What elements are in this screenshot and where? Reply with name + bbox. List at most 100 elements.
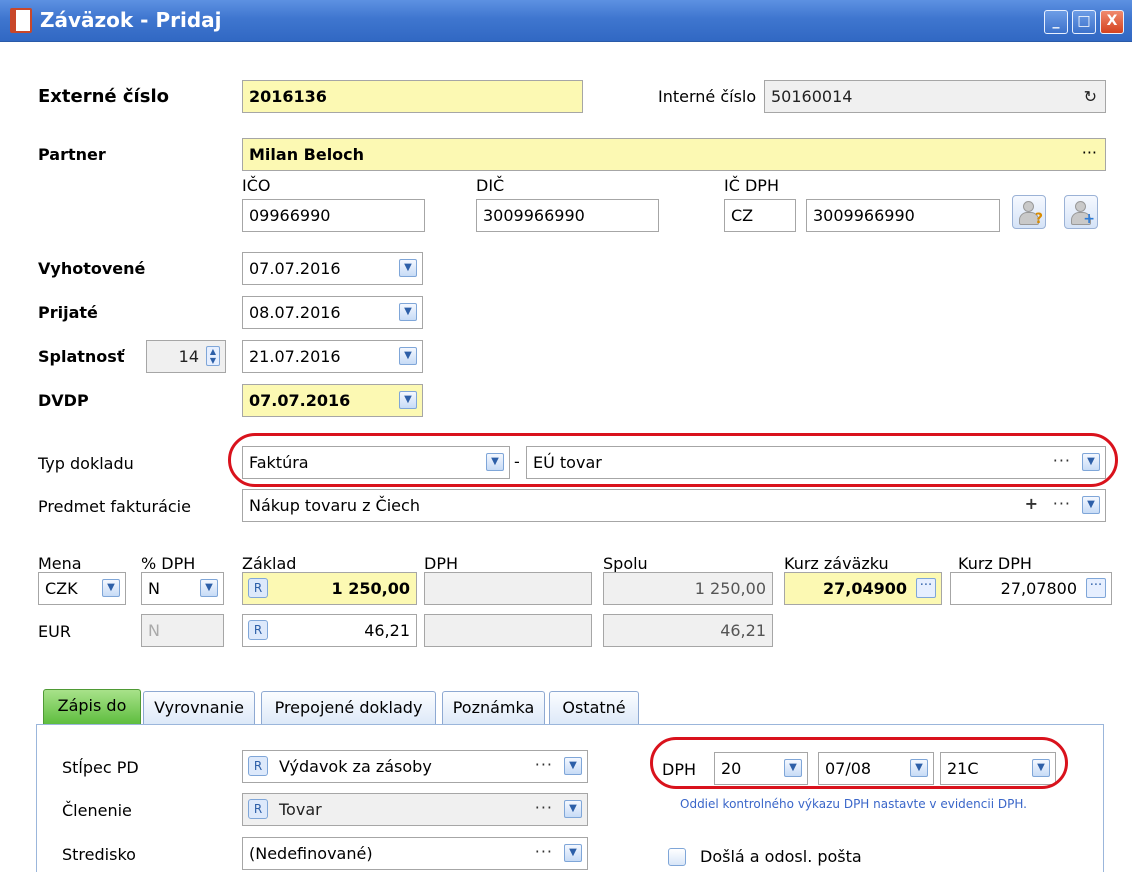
vat-amount-input — [424, 572, 592, 605]
foreign-base-amount-value: 46,21 — [364, 621, 410, 640]
tab-prepojene-doklady[interactable]: Prepojené doklady — [261, 691, 436, 725]
due-date-label: Splatnosť — [38, 347, 125, 366]
total-amount-input: 1 250,00 — [603, 572, 773, 605]
breakdown-value: Tovar — [279, 800, 322, 819]
dvdp-label: DVDP — [38, 391, 89, 410]
person-head-icon — [1023, 201, 1034, 212]
breakdown-label: Členenie — [62, 801, 132, 820]
recalculate-button[interactable]: R — [248, 620, 268, 640]
base-amount-input[interactable]: R 1 250,00 — [242, 572, 417, 605]
vat-rate-browse-icon[interactable]: ··· — [1086, 578, 1106, 598]
tab-zapis-do[interactable]: Zápis do — [43, 689, 141, 725]
pd-column-label: Stĺpec PD — [62, 758, 139, 777]
foreign-currency-label: EUR — [38, 622, 71, 641]
recalculate-button[interactable]: R — [248, 578, 268, 598]
partner-lookup-button[interactable]: ? — [1012, 195, 1046, 229]
chevron-down-icon[interactable]: ▼ — [399, 347, 417, 365]
ic-dph-prefix-input[interactable]: CZ — [724, 199, 796, 232]
received-date-label: Prijaté — [38, 303, 98, 322]
pd-column-select[interactable]: R Výdavok za zásoby ··· ▼ — [242, 750, 588, 783]
liability-rate-input[interactable]: 27,04900 ··· — [784, 572, 942, 605]
foreign-vat-percent-input: N — [141, 614, 224, 647]
r-badge: R — [248, 756, 268, 776]
chevron-down-icon[interactable]: ▼ — [1082, 496, 1100, 514]
ic-dph-label: IČ DPH — [724, 176, 779, 195]
partner-value: Milan Beloch — [249, 145, 365, 164]
pd-column-value: Výdavok za zásoby — [279, 757, 432, 776]
due-days-input[interactable]: 14 ▲ ▼ — [146, 340, 226, 373]
breakdown-browse-icon[interactable]: ··· — [535, 794, 553, 823]
vat-percent-label: % DPH — [141, 554, 196, 573]
foreign-total-amount-input: 46,21 — [603, 614, 773, 647]
external-number-label: Externé číslo — [38, 86, 169, 107]
minimize-button[interactable]: _ — [1044, 10, 1068, 34]
partner-add-button[interactable]: + — [1064, 195, 1098, 229]
due-days-value: 14 — [178, 347, 199, 366]
doc-type-label: Typ dokladu — [38, 454, 134, 473]
maximize-button[interactable]: □ — [1072, 10, 1096, 34]
ic-dph-input[interactable]: 3009966990 — [806, 199, 1000, 232]
internal-number-label: Interné číslo — [658, 87, 757, 106]
issue-date-label: Vyhotovené — [38, 259, 146, 278]
dic-label: DIČ — [476, 176, 505, 195]
subject-browse-icon[interactable]: ··· — [1053, 490, 1071, 519]
due-date-input[interactable]: 21.07.2016 ▼ — [242, 340, 423, 373]
currency-label: Mena — [38, 554, 82, 573]
currency-select[interactable]: CZK ▼ — [38, 572, 126, 605]
vat-rate-value: 27,07800 — [1000, 579, 1077, 598]
tab-vyrovnanie[interactable]: Vyrovnanie — [143, 691, 255, 725]
vat-percent-select[interactable]: N ▼ — [141, 572, 224, 605]
cost-center-browse-icon[interactable]: ··· — [535, 838, 553, 867]
base-label: Základ — [242, 554, 297, 573]
issue-date-input[interactable]: 07.07.2016 ▼ — [242, 252, 423, 285]
dic-input[interactable]: 3009966990 — [476, 199, 659, 232]
r-badge: R — [248, 799, 268, 819]
chevron-down-icon[interactable]: ▼ — [200, 579, 218, 597]
subject-value: Nákup tovaru z Čiech — [249, 496, 420, 515]
chevron-down-icon[interactable]: ▼ — [564, 800, 582, 818]
dvdp-value: 07.07.2016 — [249, 391, 351, 410]
internal-number-input[interactable]: 50160014 ↻ — [764, 80, 1106, 113]
chevron-down-icon[interactable]: ▼ — [102, 579, 120, 597]
partner-input[interactable]: Milan Beloch ··· — [242, 138, 1106, 171]
dvdp-input[interactable]: 07.07.2016 ▼ — [242, 384, 423, 417]
ico-label: IČO — [242, 176, 271, 195]
cost-center-value: (Nedefinované) — [249, 844, 373, 863]
mail-checkbox[interactable] — [668, 848, 686, 866]
partner-browse-icon[interactable]: ··· — [1082, 139, 1097, 168]
external-number-input[interactable]: 2016136 — [242, 80, 583, 113]
chevron-down-icon[interactable]: ▼ — [564, 757, 582, 775]
cost-center-select[interactable]: (Nedefinované) ··· ▼ — [242, 837, 588, 870]
breakdown-select[interactable]: R Tovar ··· ▼ — [242, 793, 588, 826]
plus-icon[interactable]: + — [1025, 490, 1039, 519]
chevron-down-icon[interactable]: ▼ — [399, 391, 417, 409]
ico-input[interactable]: 09966990 — [242, 199, 425, 232]
partner-label: Partner — [38, 145, 106, 164]
annotation-highlight-vat — [650, 737, 1068, 789]
vat-rate-input[interactable]: 27,07800 ··· — [950, 572, 1112, 605]
vat-percent-value: N — [148, 579, 160, 598]
close-button[interactable]: X — [1100, 10, 1124, 34]
foreign-vat-amount-input — [424, 614, 592, 647]
document-app-icon — [10, 8, 32, 33]
spinner-icon[interactable]: ▲ ▼ — [206, 346, 220, 366]
chevron-down-icon[interactable]: ▼ — [399, 259, 417, 277]
cost-center-label: Stredisko — [62, 845, 136, 864]
chevron-down-icon[interactable]: ▼ — [399, 303, 417, 321]
subject-select[interactable]: Nákup tovaru z Čiech + ··· ▼ — [242, 489, 1106, 522]
tab-ostatne[interactable]: Ostatné — [549, 691, 639, 725]
received-date-input[interactable]: 08.07.2016 ▼ — [242, 296, 423, 329]
total-label: Spolu — [603, 554, 648, 573]
title-bar[interactable]: Záväzok - Pridaj _ □ X — [0, 0, 1132, 42]
foreign-base-amount-input[interactable]: R 46,21 — [242, 614, 417, 647]
received-date-value: 08.07.2016 — [249, 303, 341, 322]
vat-amount-label: DPH — [424, 554, 458, 573]
tab-poznamka[interactable]: Poznámka — [442, 691, 545, 725]
chevron-down-icon[interactable]: ▼ — [564, 844, 582, 862]
vat-hint-text: Oddiel kontrolného výkazu DPH nastavte v… — [680, 797, 1027, 811]
issue-date-value: 07.07.2016 — [249, 259, 341, 278]
pd-column-browse-icon[interactable]: ··· — [535, 751, 553, 780]
refresh-icon[interactable]: ↻ — [1084, 81, 1097, 112]
liability-rate-label: Kurz záväzku — [784, 554, 889, 573]
liability-rate-browse-icon[interactable]: ··· — [916, 578, 936, 598]
